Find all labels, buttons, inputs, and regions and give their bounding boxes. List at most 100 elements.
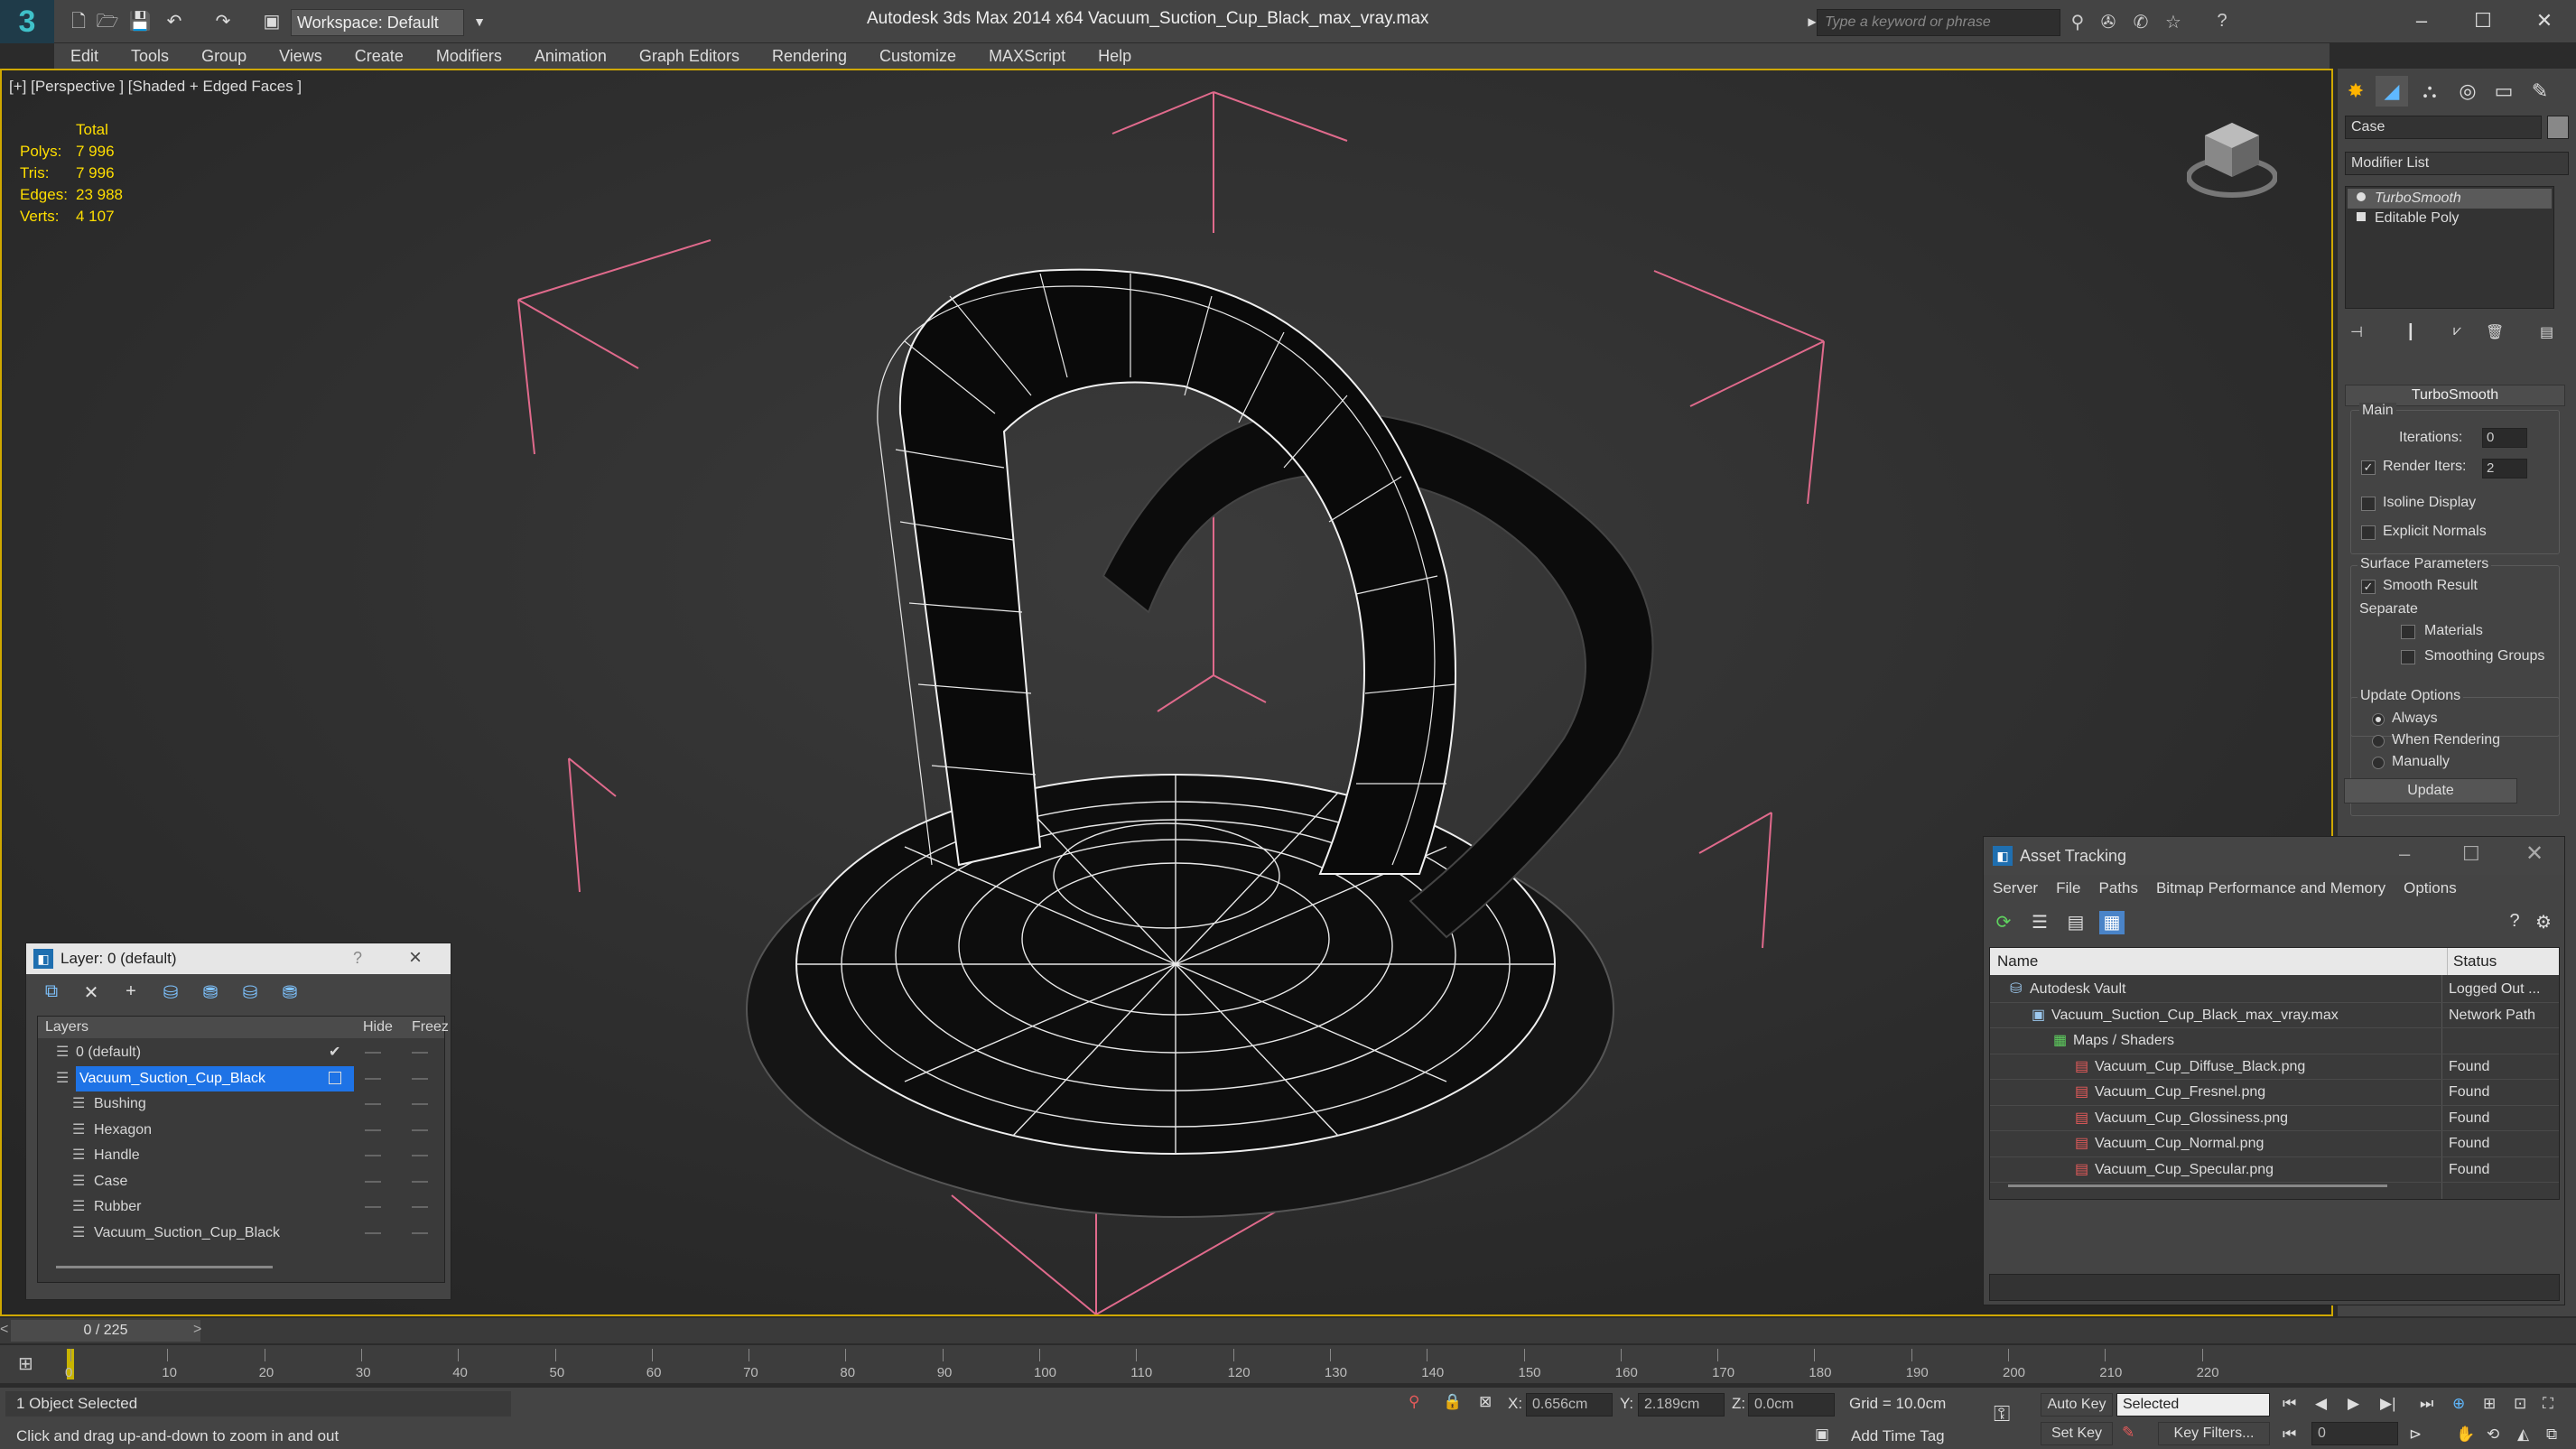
hide-toggle[interactable] <box>365 1206 381 1208</box>
menu-graph-editors[interactable]: Graph Editors <box>623 43 756 69</box>
hide-toggle[interactable] <box>365 1103 381 1105</box>
key-icon[interactable]: ⚿ <box>1994 1402 2010 1427</box>
freeze-toggle[interactable] <box>412 1077 428 1080</box>
isolate-selection-icon[interactable]: ⚲ <box>1409 1393 1419 1411</box>
add-time-tag-button[interactable]: Add Time Tag <box>1851 1427 1945 1445</box>
asset-row[interactable]: ▣ Vacuum_Suction_Cup_Black_max_vray.max Ne… <box>1990 1003 2559 1028</box>
project-folder-icon[interactable]: ▣ <box>260 11 284 33</box>
layer-row[interactable]: ☰ Bushing <box>38 1091 444 1117</box>
layer-row[interactable]: ☰ Vacuum_Suction_Cup_Black <box>38 1221 444 1246</box>
show-end-result-icon[interactable]: ┃ <box>2406 323 2415 341</box>
freeze-toggle[interactable] <box>412 1206 428 1208</box>
smoothing-groups-checkbox[interactable] <box>2401 650 2415 664</box>
select-in-layer-icon[interactable]: ⛁ <box>158 981 183 1005</box>
add-to-layer-icon[interactable]: + <box>118 981 144 1005</box>
go-to-start-icon[interactable]: ⏮ <box>2283 1395 2296 1413</box>
thumbnail-view-icon[interactable]: ▤ <box>2063 911 2088 934</box>
maximize-icon[interactable]: ☐ <box>2462 842 2480 866</box>
object-color-swatch[interactable] <box>2547 116 2569 139</box>
freeze-toggle[interactable] <box>412 1129 428 1131</box>
subscription-icon[interactable]: ✇ <box>2095 11 2122 34</box>
layer-dialog-title[interactable]: Layer: 0 (default) <box>26 943 451 974</box>
pan-icon[interactable]: ✋ <box>2456 1426 2475 1444</box>
stack-item-turbosmooth[interactable]: TurboSmooth <box>2348 189 2552 209</box>
favorites-star-icon[interactable]: ☆ <box>2160 11 2187 34</box>
delete-layer-icon[interactable]: ✕ <box>79 981 104 1005</box>
y-coord-field[interactable]: 2.189cm <box>1638 1393 1725 1416</box>
hide-toggle[interactable] <box>365 1077 381 1080</box>
communication-icon[interactable]: ✆ <box>2127 11 2154 34</box>
help-icon[interactable]: ? <box>353 949 362 968</box>
object-name-field[interactable]: Case <box>2345 116 2542 139</box>
minimize-icon[interactable]: – <box>2402 5 2441 36</box>
close-icon[interactable]: × <box>409 945 422 971</box>
asset-row[interactable]: ▤ Vacuum_Cup_Specular.png Found <box>1990 1157 2559 1183</box>
minimize-icon[interactable]: – <box>2399 842 2410 866</box>
freeze-toggle[interactable] <box>412 1052 428 1054</box>
highlight-layer-icon[interactable]: ⛃ <box>198 981 223 1005</box>
freeze-column-header[interactable]: Freez <box>412 1017 449 1038</box>
zoom-extents-icon[interactable]: ⊡ <box>2514 1395 2526 1413</box>
create-tab-icon[interactable]: ✸ <box>2339 76 2372 107</box>
key-mode-icon[interactable]: ⏮ <box>2283 1426 2296 1444</box>
list-view-icon[interactable]: ☰ <box>2027 911 2052 934</box>
update-button[interactable]: Update <box>2344 778 2517 803</box>
open-file-icon[interactable]: 🗁 <box>96 11 119 33</box>
time-slider[interactable]: < 0 / 225 > <box>0 1318 2576 1343</box>
hierarchy-tab-icon[interactable]: ⛬ <box>2413 76 2446 107</box>
help-icon[interactable]: ? <box>2209 11 2236 34</box>
asset-row[interactable]: ▤ Vacuum_Cup_Fresnel.png Found <box>1990 1080 2559 1106</box>
freeze-toggle[interactable] <box>412 1231 428 1234</box>
hide-toggle[interactable] <box>365 1180 381 1183</box>
close-icon[interactable]: ✕ <box>2525 841 2543 867</box>
hide-toggle[interactable] <box>365 1231 381 1234</box>
menu-edit[interactable]: Edit <box>54 43 115 69</box>
explicit-normals-checkbox[interactable] <box>2361 525 2376 540</box>
time-slider-prev-icon[interactable]: < <box>0 1322 8 1338</box>
viewcube-icon[interactable] <box>2187 114 2277 204</box>
smooth-result-checkbox[interactable]: ✓ <box>2361 580 2376 594</box>
freeze-all-layers-icon[interactable]: ⛃ <box>277 981 302 1005</box>
menu-modifiers[interactable]: Modifiers <box>420 43 518 69</box>
layer-row[interactable]: ☰ Case <box>38 1169 444 1194</box>
undo-icon[interactable]: ↶ <box>163 11 186 33</box>
menu-bitmap-performance[interactable]: Bitmap Performance and Memory <box>2147 875 2395 902</box>
motion-tab-icon[interactable]: ◎ <box>2451 76 2484 107</box>
materials-checkbox[interactable] <box>2401 625 2415 639</box>
play-icon[interactable]: ▶ <box>2348 1395 2359 1413</box>
asset-row[interactable]: ⛁ Autodesk Vault Logged Out ... <box>1990 977 2559 1003</box>
go-to-end-icon[interactable]: ⏭ <box>2420 1395 2433 1413</box>
render-iters-checkbox[interactable]: ✓ <box>2361 460 2376 475</box>
menu-server[interactable]: Server <box>1984 875 2047 902</box>
layer-row[interactable]: ☰ Vacuum_Suction_Cup_Black <box>38 1065 444 1091</box>
when-rendering-radio[interactable] <box>2372 735 2385 748</box>
always-radio[interactable] <box>2372 713 2385 726</box>
configure-sets-icon[interactable]: ▤ <box>2540 323 2553 341</box>
freeze-toggle[interactable] <box>412 1155 428 1156</box>
modifier-list-dropdown[interactable]: Modifier List <box>2345 152 2569 175</box>
status-column-header[interactable]: Status <box>2447 948 2497 975</box>
time-config-icon[interactable]: ⊳ <box>2409 1426 2422 1444</box>
horizontal-scrollbar[interactable] <box>2008 1184 2387 1187</box>
menu-maxscript[interactable]: MAXScript <box>972 43 1082 69</box>
menu-paths[interactable]: Paths <box>2089 875 2146 902</box>
utilities-tab-icon[interactable]: ✎ <box>2524 76 2556 107</box>
layer-row[interactable]: ☰ Hexagon <box>38 1118 444 1143</box>
current-frame-field[interactable]: 0 <box>2311 1422 2398 1445</box>
make-current-box-icon[interactable] <box>329 1071 341 1084</box>
layer-row[interactable]: ☰ 0 (default) ✔ <box>38 1040 444 1065</box>
expand-box-icon[interactable] <box>2357 212 2366 221</box>
render-iters-spinner[interactable]: 2 <box>2482 459 2527 478</box>
app-logo-icon[interactable]: 3 <box>0 0 54 43</box>
zoom-icon[interactable]: ⊕ <box>2452 1395 2465 1413</box>
remove-modifier-icon[interactable]: 🗑 <box>2486 323 2504 341</box>
set-key-button[interactable]: Set Key <box>2041 1422 2113 1445</box>
lock-selection-icon[interactable]: 🔒 <box>1443 1393 1462 1411</box>
menu-options[interactable]: Options <box>2395 875 2466 902</box>
hide-column-header[interactable]: Hide <box>363 1017 393 1038</box>
new-file-icon[interactable]: 🗋 <box>67 11 90 33</box>
name-column-header[interactable]: Name <box>1997 948 2038 975</box>
light-bulb-icon[interactable] <box>2357 192 2366 201</box>
settings-help-icon[interactable]: ⚙ <box>2531 911 2556 934</box>
hide-toggle[interactable] <box>365 1155 381 1156</box>
